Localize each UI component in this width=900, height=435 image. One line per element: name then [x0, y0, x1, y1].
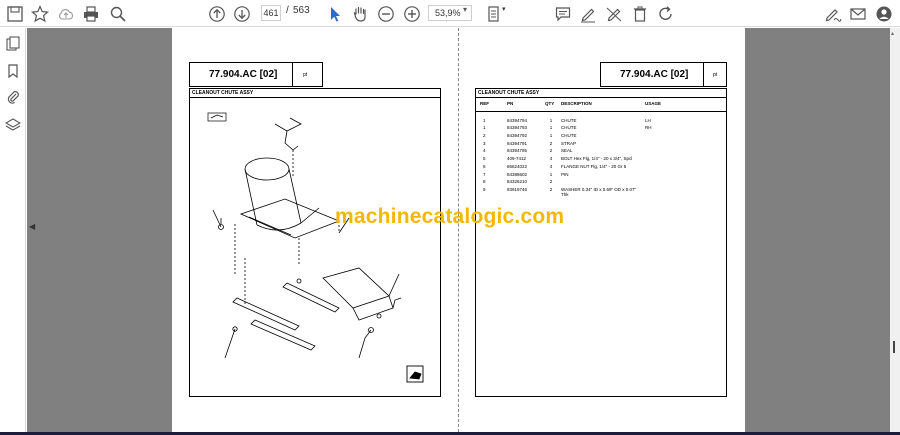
table-row: 7 84388602 1 PIN — [483, 171, 569, 177]
table-row: 4 84394795 2 SEAL — [483, 148, 573, 154]
toolbar: 461 / 563 53,9% ▾ ▾ — [0, 0, 900, 27]
zoom-in-icon[interactable] — [401, 3, 423, 24]
table-row: 8 84326210 2 — [483, 179, 553, 185]
table-row: 1 84394793 1 CHUTE RH — [483, 125, 652, 131]
account-icon[interactable] — [873, 3, 895, 24]
table-row: 6 86624022 4 FLANGE NUT Flg, 1/4" - 20 Gr 5 — [483, 163, 627, 169]
zoom-search-icon[interactable] — [107, 3, 129, 24]
hand-tool-icon[interactable] — [349, 3, 371, 24]
table-row: 9 83919746 2 WASHER 0.34" ID x 0.69" OD x 0… — [483, 186, 637, 197]
layers-icon[interactable] — [4, 116, 22, 134]
zoom-dropdown-icon[interactable]: ▾ — [463, 5, 467, 14]
left-page-title: 77.904.AC [02] — [209, 69, 278, 80]
bookmark-icon[interactable] — [4, 62, 22, 80]
watermark-text: machinecatalogic.com — [335, 205, 565, 228]
comment-icon[interactable] — [552, 3, 574, 24]
page-separator: / — [286, 5, 289, 16]
scrollbar-thumb[interactable] — [893, 341, 895, 353]
table-row: 1 84394794 1 CHUTE LH — [483, 117, 651, 123]
col-qty-header: QTY — [545, 101, 555, 106]
delete-icon[interactable] — [629, 3, 651, 24]
attachment-icon[interactable] — [4, 88, 22, 106]
zoom-out-icon[interactable] — [375, 3, 397, 24]
total-pages: 563 — [293, 5, 310, 16]
page-fold-line — [458, 28, 459, 432]
sign-icon[interactable] — [822, 3, 844, 24]
strike-pen-icon[interactable] — [603, 3, 625, 24]
page-down-icon[interactable] — [231, 3, 253, 24]
select-arrow-icon[interactable] — [324, 3, 346, 24]
table-row: 2 84394792 1 CHUTE — [483, 133, 577, 139]
right-page-title: 77.904.AC [02] — [620, 69, 689, 80]
table-row: 5 409-7412 4 BOLT Hex Flg, 1/4" - 20 x 3/4"… — [483, 156, 633, 162]
page-up-icon[interactable] — [206, 3, 228, 24]
collapse-left-icon[interactable]: ◀ — [29, 222, 35, 231]
email-icon[interactable] — [847, 3, 869, 24]
table-row: 3 84394791 2 STRAP — [483, 140, 577, 146]
col-pn-header: PN — [507, 101, 514, 106]
right-section-label: CLEANOUT CHUTE ASSY — [478, 90, 540, 96]
right-pt-mark: pt — [713, 72, 718, 78]
left-pt-box — [292, 62, 323, 87]
col-ref-header: REF — [480, 101, 489, 106]
left-sidebar — [0, 28, 26, 435]
col-description-header: DESCRIPTION — [561, 101, 592, 106]
print-icon[interactable] — [80, 3, 102, 24]
parts-list-table: REF PN QTY DESCRIPTION USAGE 1 84394794 1 C… — [478, 101, 663, 197]
pdf-page: 77.904.AC [02] pt 77.904.AC [02] pt CLEA… — [172, 28, 745, 432]
pages-icon[interactable] — [4, 35, 22, 53]
left-pt-mark: pt — [303, 72, 308, 78]
current-page-input[interactable]: 461 — [261, 5, 281, 21]
left-section-label: CLEANOUT CHUTE ASSY — [192, 90, 254, 96]
bookmark-star-icon[interactable] — [29, 3, 51, 24]
right-panel-rail: ▴ — [890, 28, 900, 432]
exploded-parts-diagram — [207, 112, 424, 383]
rotate-icon[interactable] — [655, 3, 677, 24]
save-icon[interactable] — [4, 3, 26, 24]
cloud-upload-icon[interactable] — [55, 3, 77, 24]
scroll-up-icon[interactable]: ▴ — [891, 30, 899, 37]
col-usage-header: USAGE — [645, 101, 662, 106]
table-header-row: REF PN QTY DESCRIPTION USAGE — [478, 101, 663, 110]
fit-dropdown-icon[interactable]: ▾ — [502, 5, 506, 13]
highlight-pen-icon[interactable] — [577, 3, 599, 24]
